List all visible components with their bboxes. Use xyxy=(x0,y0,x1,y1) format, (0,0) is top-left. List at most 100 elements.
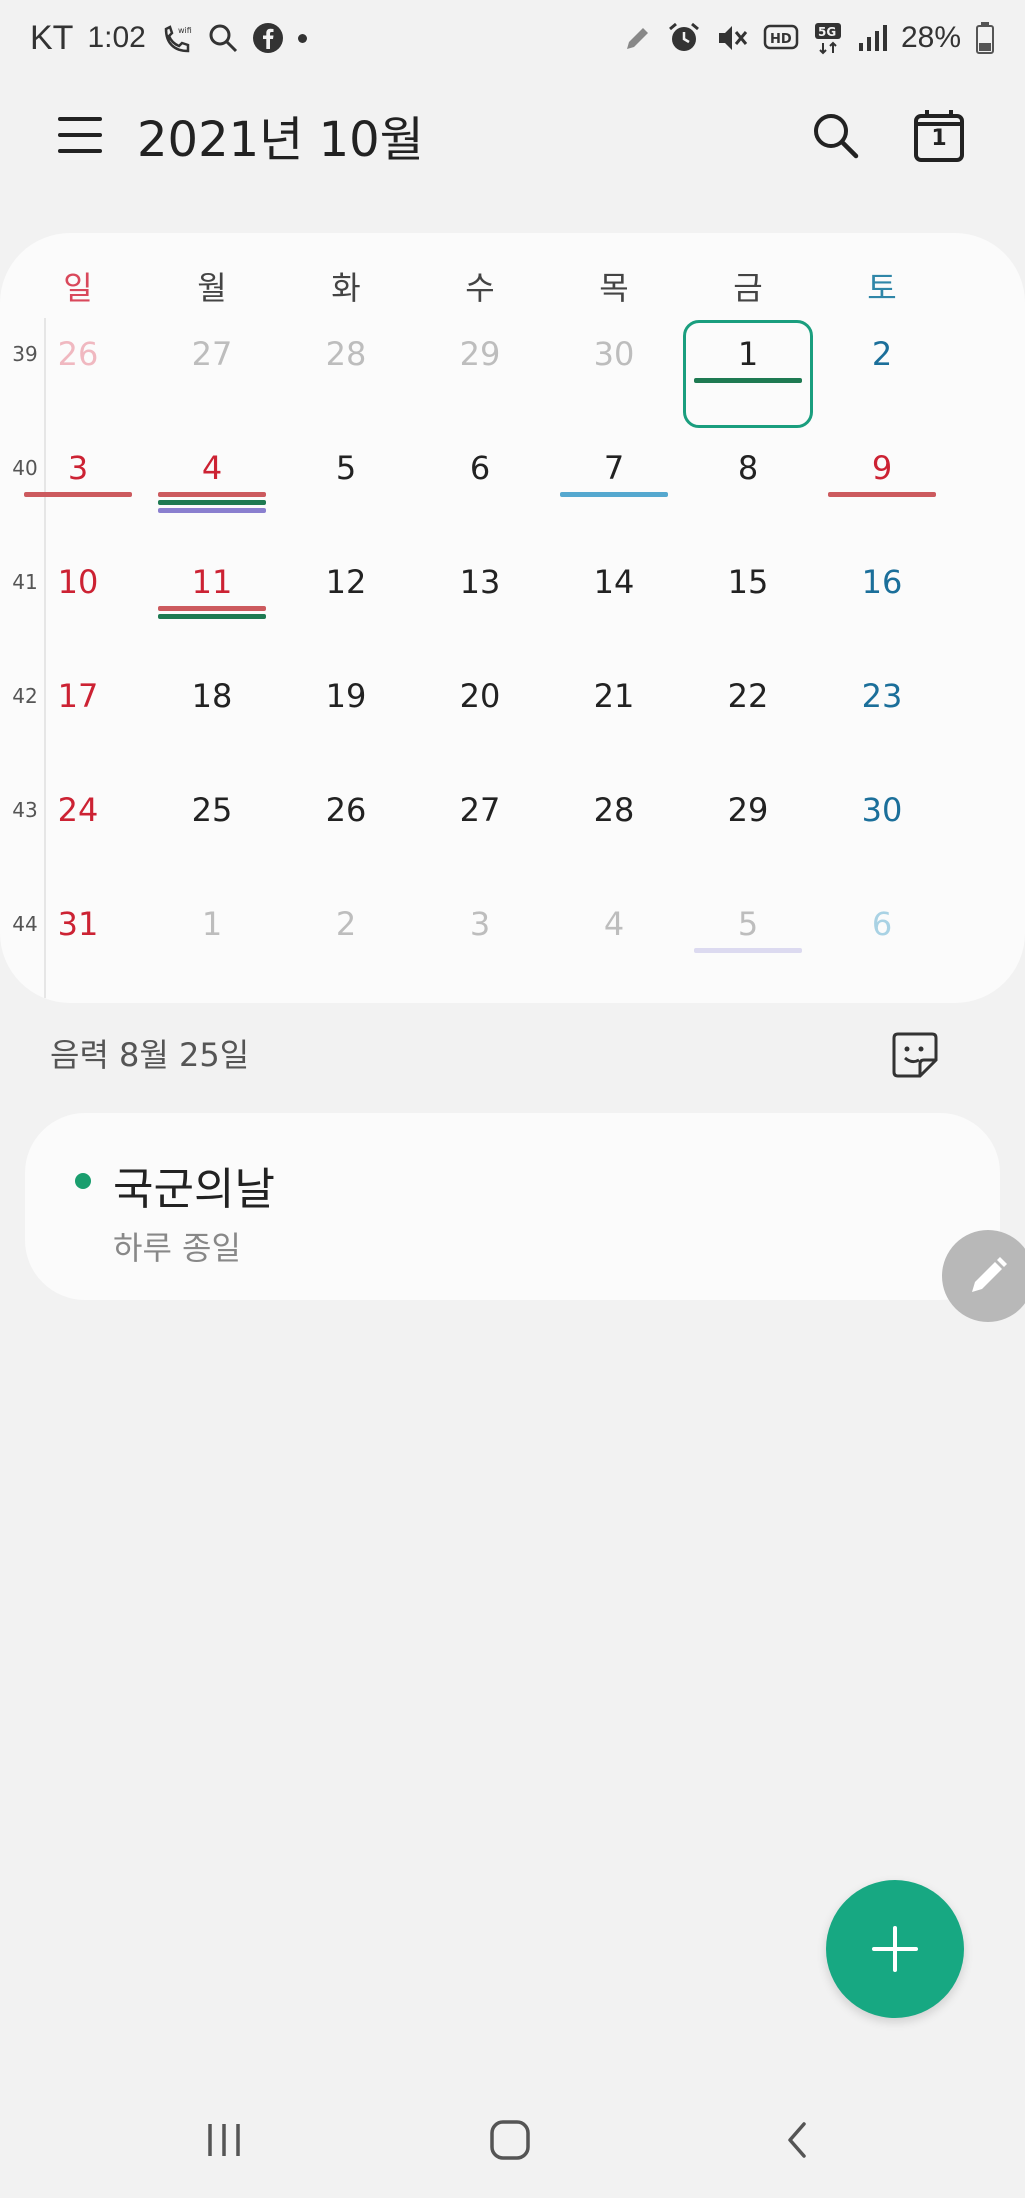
day-number: 29 xyxy=(727,791,769,829)
recent-apps-button[interactable] xyxy=(184,2110,264,2170)
calendar-day[interactable]: 26 xyxy=(11,318,145,428)
day-number: 12 xyxy=(325,563,367,601)
calendar-day[interactable]: 13 xyxy=(413,546,547,656)
day-number: 27 xyxy=(459,791,501,829)
battery-icon xyxy=(975,20,995,56)
menu-icon-line xyxy=(58,133,102,137)
day-number: 11 xyxy=(191,563,233,601)
calendar-day[interactable]: 2 xyxy=(815,318,949,428)
day-number: 5 xyxy=(737,905,759,943)
menu-icon-line xyxy=(58,149,102,153)
calendar-day[interactable]: 12 xyxy=(279,546,413,656)
search-icon xyxy=(208,20,238,56)
calendar-day[interactable]: 4 xyxy=(145,432,279,542)
wifi-call-icon: wifi xyxy=(160,20,194,56)
event-time: 하루 종일 xyxy=(113,1229,241,1267)
month-title[interactable]: 2021년 10월 xyxy=(137,100,424,170)
5g-icon: 5G xyxy=(813,20,843,56)
weekday-header: 일월화수목금토 xyxy=(0,263,1025,313)
battery-label: 28% xyxy=(900,21,961,54)
calendar-day[interactable]: 5 xyxy=(279,432,413,542)
day-number: 6 xyxy=(871,905,893,943)
calendar-day[interactable]: 3 xyxy=(11,432,145,542)
home-button[interactable] xyxy=(470,2110,550,2170)
svg-text:5G: 5G xyxy=(818,25,836,39)
event-indicator-bar xyxy=(158,614,266,619)
sticker-icon xyxy=(892,1032,938,1078)
event-indicator-bar xyxy=(158,606,266,611)
day-number: 1 xyxy=(201,905,223,943)
event-indicator-bar xyxy=(560,492,668,497)
calendar-day[interactable]: 29 xyxy=(413,318,547,428)
calendar-day[interactable]: 26 xyxy=(279,774,413,884)
calendar-day[interactable]: 21 xyxy=(547,660,681,770)
calendar-day[interactable]: 19 xyxy=(279,660,413,770)
calendar-day[interactable]: 31 xyxy=(11,888,145,998)
calendar-day[interactable]: 18 xyxy=(145,660,279,770)
day-number: 29 xyxy=(459,335,501,373)
day-number: 6 xyxy=(469,449,491,487)
status-bar: KT 1:02 wifi HD 5G 28% xyxy=(0,0,1025,76)
search-icon xyxy=(814,114,859,159)
edit-button[interactable] xyxy=(942,1230,1025,1322)
clock-label: 1:02 xyxy=(87,21,146,54)
calendar-day[interactable]: 8 xyxy=(681,432,815,542)
event-card[interactable]: 국군의날 하루 종일 xyxy=(25,1113,1000,1300)
calendar-day[interactable]: 6 xyxy=(413,432,547,542)
event-indicator-bar xyxy=(158,508,266,513)
calendar-day[interactable]: 28 xyxy=(279,318,413,428)
day-number: 10 xyxy=(57,563,99,601)
calendar-day[interactable]: 1 xyxy=(145,888,279,998)
calendar-day[interactable]: 6 xyxy=(815,888,949,998)
day-number: 3 xyxy=(67,449,89,487)
day-number: 22 xyxy=(727,677,769,715)
day-number: 24 xyxy=(57,791,99,829)
calendar-day[interactable]: 30 xyxy=(815,774,949,884)
calendar-day[interactable]: 10 xyxy=(11,546,145,656)
lunar-date-label: 음력 8월 25일 xyxy=(50,1036,250,1074)
sticker-button[interactable] xyxy=(890,1030,940,1080)
day-number: 25 xyxy=(191,791,233,829)
back-button[interactable] xyxy=(758,2110,838,2170)
day-number: 5 xyxy=(335,449,357,487)
calendar-day[interactable]: 29 xyxy=(681,774,815,884)
month-calendar: 일월화수목금토 39 40 41 42 43 44 26 27 28 29 30 1 2 3 4 5 6 7 8 9 1… xyxy=(0,233,1025,1003)
today-button[interactable]: 1 xyxy=(911,107,967,163)
calendar-day[interactable]: 11 xyxy=(145,546,279,656)
calendar-day[interactable]: 30 xyxy=(547,318,681,428)
calendar-day[interactable]: 2 xyxy=(279,888,413,998)
calendar-day[interactable]: 7 xyxy=(547,432,681,542)
calendar-day[interactable]: 28 xyxy=(547,774,681,884)
svg-text:HD: HD xyxy=(770,32,792,47)
calendar-day[interactable]: 27 xyxy=(145,318,279,428)
mute-icon xyxy=(715,20,749,56)
calendar-day[interactable]: 22 xyxy=(681,660,815,770)
calendar-day[interactable]: 25 xyxy=(145,774,279,884)
weekday-label: 목 xyxy=(599,269,629,307)
event-indicator-bar xyxy=(24,492,132,497)
calendar-day[interactable]: 24 xyxy=(11,774,145,884)
calendar-day[interactable]: 9 xyxy=(815,432,949,542)
calendar-day[interactable]: 15 xyxy=(681,546,815,656)
add-event-button[interactable] xyxy=(826,1880,964,2018)
menu-button[interactable] xyxy=(58,113,102,157)
calendar-day[interactable]: 23 xyxy=(815,660,949,770)
calendar-day[interactable]: 4 xyxy=(547,888,681,998)
calendar-day[interactable]: 17 xyxy=(11,660,145,770)
dot-icon xyxy=(297,20,307,56)
calendar-day[interactable]: 20 xyxy=(413,660,547,770)
day-number: 30 xyxy=(593,335,635,373)
calendar-day[interactable]: 16 xyxy=(815,546,949,656)
calendar-day[interactable]: 3 xyxy=(413,888,547,998)
day-number: 28 xyxy=(325,335,367,373)
search-button[interactable] xyxy=(807,107,863,163)
calendar-day[interactable]: 14 xyxy=(547,546,681,656)
app-header: 2021년 10월 1 xyxy=(0,90,1025,180)
back-icon xyxy=(788,2122,806,2158)
event-indicator-bar xyxy=(158,492,266,497)
calendar-day[interactable]: 27 xyxy=(413,774,547,884)
calendar-day[interactable]: 5 xyxy=(681,888,815,998)
weekday-label: 월 xyxy=(197,269,227,307)
day-number: 26 xyxy=(57,335,99,373)
calendar-day[interactable]: 1 xyxy=(681,318,815,428)
